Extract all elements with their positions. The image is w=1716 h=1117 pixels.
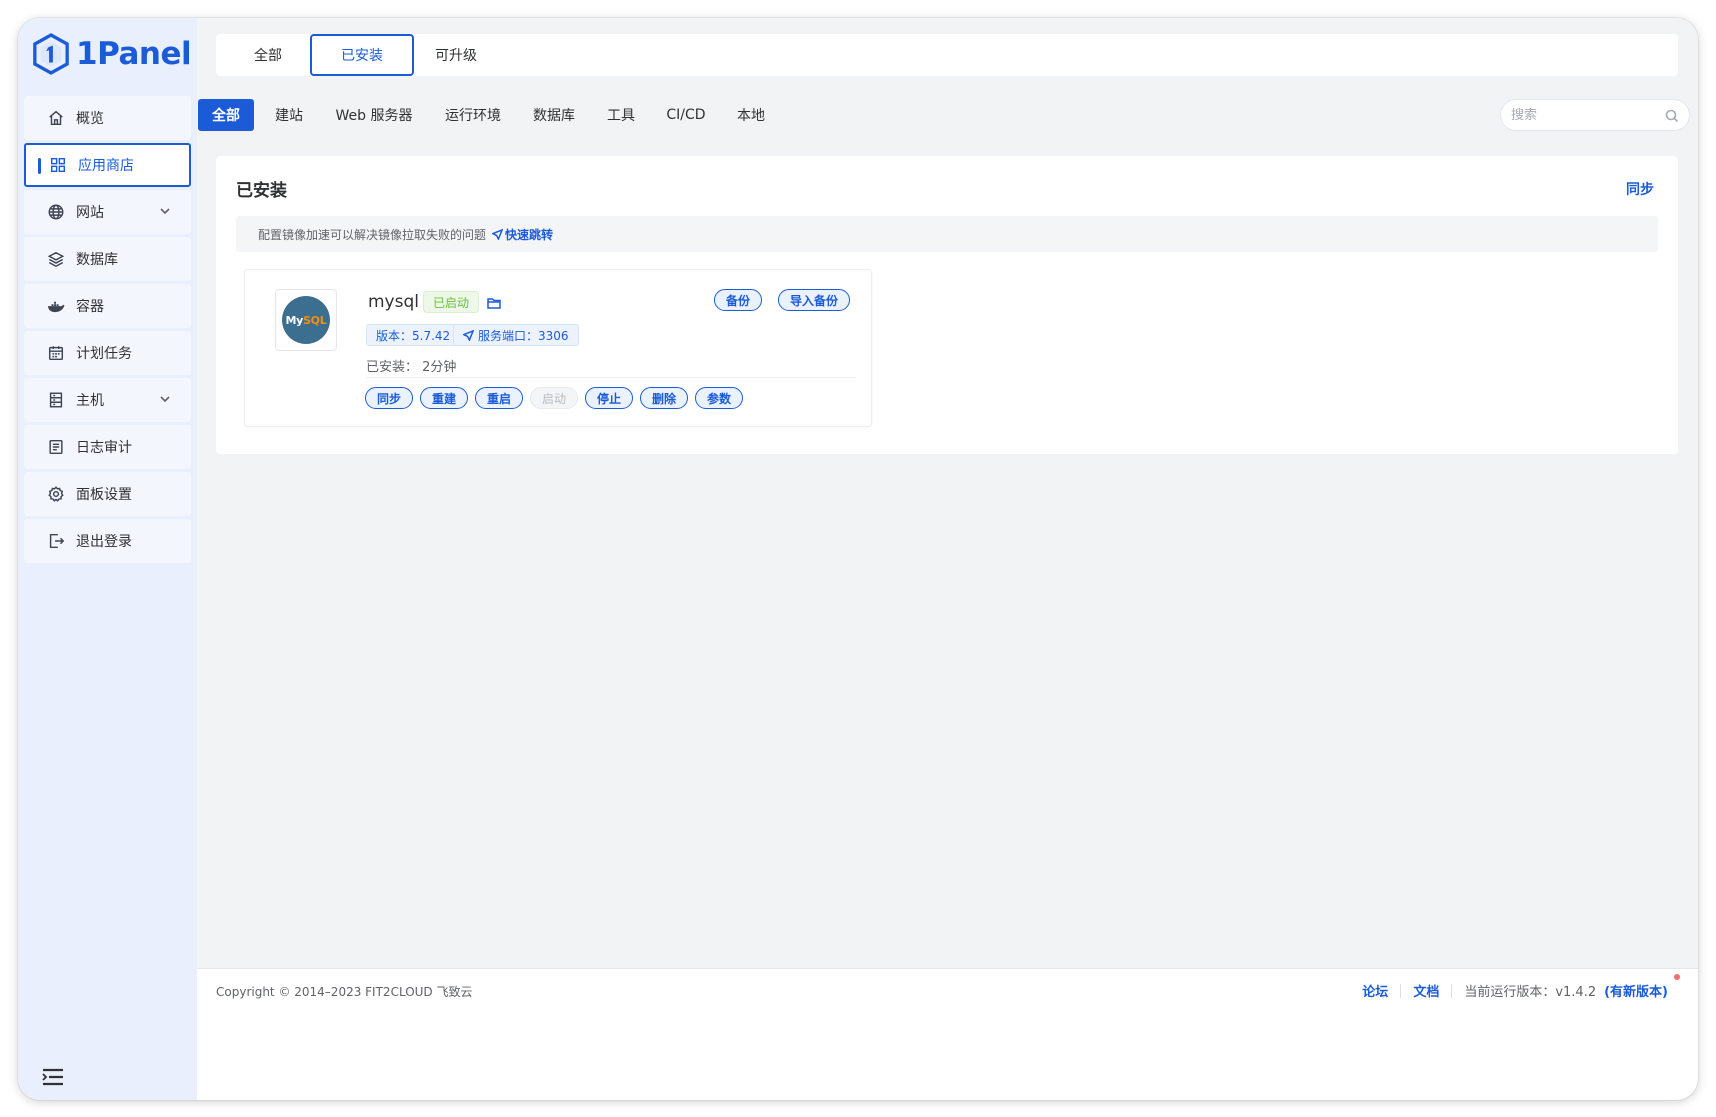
server-icon [46,390,66,410]
tab-installed[interactable]: 已安装 [310,34,414,76]
sidebar-item-label: 主机 [76,393,104,409]
search-input[interactable] [1511,107,1661,123]
sidebar-item-label: 数据库 [76,252,118,268]
sidebar-item-website[interactable]: 网站 [24,190,191,234]
tab-all-apps[interactable]: 全部 [216,34,320,76]
sidebar-item-logout[interactable]: 退出登录 [24,519,191,563]
tab-upgradable[interactable]: 可升级 [404,34,508,76]
sidebar-item-label: 计划任务 [76,346,132,362]
category-tab-local[interactable]: 本地 [728,99,774,131]
sync-button[interactable]: 同步 [1626,179,1654,199]
app-name: mysql [368,292,419,312]
sidebar-item-label: 概览 [76,111,104,127]
quick-jump-label: 快速跳转 [505,227,554,242]
mysql-logo-text-sql: SQL [303,313,327,327]
backup-button[interactable]: 备份 [714,289,763,311]
docs-link[interactable]: 文档 [1413,981,1439,1000]
installed-value: 2分钟 [422,360,457,375]
start-button: 启动 [530,387,579,409]
sidebar-item-log-audit[interactable]: 日志审计 [24,425,191,469]
new-version-link[interactable]: (有新版本) [1604,981,1668,1000]
globe-icon [46,202,66,222]
version-tag: 版本：5.7.42 [366,324,461,346]
category-tab-all[interactable]: 全部 [198,99,254,131]
document-list-icon [46,437,66,457]
current-version: 当前运行版本：v1.4.2 [1464,985,1597,1000]
app-window: 1Panel 概览 应用商店 网站 数据库 容器 计划任务 主机 日志审计 面板… [18,18,1698,1100]
sidebar-item-host[interactable]: 主机 [24,378,191,422]
send-icon [463,329,474,341]
copyright-text: Copyright © 2014–2023 FIT2CLOUD 飞致云 [216,985,473,999]
page-title: 已安装 [236,181,287,201]
1panel-hexagon-icon [33,33,69,75]
layers-icon [46,249,66,269]
sidebar-item-label: 应用商店 [78,158,134,174]
params-button[interactable]: 参数 [695,387,744,409]
category-tab-database[interactable]: 数据库 [524,99,584,131]
mysql-dolphin-icon: MySQL [282,296,330,344]
home-icon [46,108,66,128]
send-icon [492,228,504,240]
version-label: 版本：5.7.42 [376,328,451,343]
installed-time: 已安装： 2分钟 [366,356,456,375]
sync-app-button[interactable]: 同步 [365,387,414,409]
category-tab-cicd[interactable]: CI/CD [656,99,716,131]
update-notification-dot [1674,974,1680,980]
sidebar-item-container[interactable]: 容器 [24,284,191,328]
port-tag: 服务端口：3306 [453,324,579,346]
sidebar-item-label: 退出登录 [76,534,132,550]
chevron-down-icon [159,205,171,217]
import-backup-button[interactable]: 导入备份 [778,289,851,311]
calendar-icon [46,343,66,363]
sidebar-item-label: 容器 [76,299,104,315]
rebuild-button[interactable]: 重建 [420,387,469,409]
menu-collapse-icon [42,1068,63,1086]
category-tab-tools[interactable]: 工具 [598,99,644,131]
installed-label: 已安装： [366,360,419,375]
mysql-logo-text-my: My [285,313,304,327]
sidebar-item-panel-settings[interactable]: 面板设置 [24,472,191,516]
mysql-logo: MySQL [275,289,337,351]
search-icon[interactable] [1665,108,1679,123]
footer: Copyright © 2014–2023 FIT2CLOUD 飞致云 论坛 文… [197,968,1698,1100]
card-divider [366,377,856,378]
sidebar-item-overview[interactable]: 概览 [24,96,191,140]
port-label: 服务端口：3306 [478,328,569,343]
category-tab-runtime[interactable]: 运行环境 [436,99,510,131]
logo-text: 1Panel [76,36,192,72]
stop-button[interactable]: 停止 [585,387,634,409]
mirror-notice: 配置镜像加速可以解决镜像拉取失败的问题 快速跳转 [236,216,1658,252]
app-store-top-tabs: 全部 已安装 可升级 [216,34,1678,76]
search-box [1500,99,1690,131]
category-tab-web-server[interactable]: Web 服务器 [328,99,420,131]
chevron-down-icon [159,393,171,405]
logo[interactable]: 1Panel [32,28,192,80]
gear-icon [46,484,66,504]
sidebar-item-label: 网站 [76,205,104,221]
sidebar: 1Panel 概览 应用商店 网站 数据库 容器 计划任务 主机 日志审计 面板… [18,18,197,1100]
sidebar-item-database[interactable]: 数据库 [24,237,191,281]
installed-apps-panel: 已安装 同步 配置镜像加速可以解决镜像拉取失败的问题 快速跳转 MySQL my… [216,156,1678,454]
category-tab-website[interactable]: 建站 [266,99,312,131]
sidebar-item-app-store[interactable]: 应用商店 [24,143,191,187]
notice-text: 配置镜像加速可以解决镜像拉取失败的问题 [258,227,487,242]
footer-divider [1400,983,1402,998]
mysql-logo-text: MySQL [286,314,327,327]
collapse-menu-button[interactable] [42,1068,64,1086]
delete-button[interactable]: 删除 [640,387,689,409]
sidebar-item-cron-jobs[interactable]: 计划任务 [24,331,191,375]
status-badge: 已启动 [423,291,480,313]
footer-links: 论坛 文档 当前运行版本：v1.4.2 (有新版本) [1362,981,1668,1000]
footer-divider [1451,983,1453,998]
folder-icon[interactable] [487,295,501,309]
grid-icon [48,155,68,175]
docker-whale-icon [46,296,66,316]
restart-button[interactable]: 重启 [475,387,524,409]
quick-jump-link[interactable]: 快速跳转 [492,226,553,243]
forum-link[interactable]: 论坛 [1362,981,1388,1000]
app-card-mysql: MySQL mysql 已启动 备份 导入备份 版本：5.7.42 服务端口：3… [244,269,872,427]
sidebar-item-label: 面板设置 [76,487,132,503]
logout-icon [46,531,66,551]
sidebar-item-label: 日志审计 [76,440,132,456]
